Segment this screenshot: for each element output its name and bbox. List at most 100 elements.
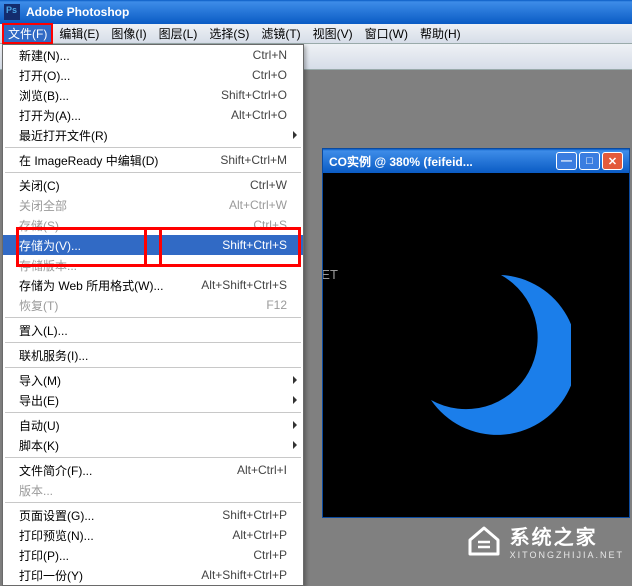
menu-separator bbox=[5, 412, 301, 413]
menu-item[interactable]: 打开为(A)...Alt+Ctrl+O bbox=[3, 105, 303, 125]
menu-item[interactable]: 关闭(C)Ctrl+W bbox=[3, 175, 303, 195]
menu-item-shortcut: Ctrl+W bbox=[177, 178, 287, 192]
menu-help[interactable]: 帮助(H) bbox=[414, 23, 467, 44]
menu-item-label: 版本... bbox=[19, 482, 287, 499]
brand-cn: 系统之家 bbox=[510, 521, 624, 550]
menu-item-label: 导入(M) bbox=[19, 372, 287, 389]
menu-item: 恢复(T)F12 bbox=[3, 295, 303, 315]
menu-item-shortcut: Alt+Shift+Ctrl+S bbox=[177, 278, 287, 292]
menu-item-shortcut: Ctrl+S bbox=[177, 218, 287, 232]
doc-title: CO实例 @ 380% (feifeid... bbox=[329, 153, 554, 170]
menu-item-label: 存储为(V)... bbox=[19, 237, 177, 254]
menu-item-label: 打印预览(N)... bbox=[19, 527, 177, 544]
menu-item[interactable]: 新建(N)...Ctrl+N bbox=[3, 45, 303, 65]
minimize-button[interactable]: — bbox=[556, 152, 577, 170]
menu-item-label: 页面设置(G)... bbox=[19, 507, 177, 524]
menu-item-label: 自动(U) bbox=[19, 417, 287, 434]
menu-item-label: 最近打开文件(R) bbox=[19, 127, 287, 144]
menu-item-shortcut: Shift+Ctrl+P bbox=[177, 508, 287, 522]
menu-item[interactable]: 脚本(K) bbox=[3, 435, 303, 455]
menu-item-shortcut: Ctrl+O bbox=[177, 68, 287, 82]
menu-item-label: 脚本(K) bbox=[19, 437, 287, 454]
menu-item[interactable]: 导出(E) bbox=[3, 390, 303, 410]
menu-item[interactable]: 存储为 Web 所用格式(W)...Alt+Shift+Ctrl+S bbox=[3, 275, 303, 295]
menu-item-shortcut: Shift+Ctrl+M bbox=[177, 153, 287, 167]
menu-item[interactable]: 在 ImageReady 中编辑(D)Shift+Ctrl+M bbox=[3, 150, 303, 170]
menu-item-label: 文件简介(F)... bbox=[19, 462, 177, 479]
menu-edit[interactable]: 编辑(E) bbox=[53, 23, 105, 44]
menu-separator bbox=[5, 367, 301, 368]
maximize-button[interactable]: □ bbox=[579, 152, 600, 170]
menu-item[interactable]: 文件简介(F)...Alt+Ctrl+I bbox=[3, 460, 303, 480]
app-title: Adobe Photoshop bbox=[26, 5, 129, 19]
menu-item-shortcut: Alt+Ctrl+O bbox=[177, 108, 287, 122]
menu-item-label: 存储(S) bbox=[19, 217, 177, 234]
menu-item-label: 新建(N)... bbox=[19, 47, 177, 64]
menu-item-label: 存储为 Web 所用格式(W)... bbox=[19, 277, 177, 294]
doc-titlebar[interactable]: CO实例 @ 380% (feifeid... — □ ✕ bbox=[323, 149, 629, 173]
menu-item-label: 置入(L)... bbox=[19, 322, 287, 339]
menu-item-shortcut: Shift+Ctrl+S bbox=[177, 238, 287, 252]
menu-item-label: 联机服务(I)... bbox=[19, 347, 287, 364]
menu-item-shortcut: Ctrl+P bbox=[177, 548, 287, 562]
menu-item-shortcut: Alt+Ctrl+W bbox=[177, 198, 287, 212]
menu-item-label: 导出(E) bbox=[19, 392, 287, 409]
menu-separator bbox=[5, 342, 301, 343]
menu-item[interactable]: 导入(M) bbox=[3, 370, 303, 390]
menu-item[interactable]: 打印(P)...Ctrl+P bbox=[3, 545, 303, 565]
menu-item-label: 恢复(T) bbox=[19, 297, 177, 314]
menu-item[interactable]: 页面设置(G)...Shift+Ctrl+P bbox=[3, 505, 303, 525]
menu-item[interactable]: 存储为(V)...Shift+Ctrl+S bbox=[3, 235, 303, 255]
file-menu: 新建(N)...Ctrl+N打开(O)...Ctrl+O浏览(B)...Shif… bbox=[2, 44, 304, 586]
watermark-text: ome.NET bbox=[323, 267, 338, 282]
menu-view[interactable]: 视图(V) bbox=[307, 23, 359, 44]
menu-item-label: 关闭(C) bbox=[19, 177, 177, 194]
brand-en: XITONGZHIJIA.NET bbox=[510, 550, 624, 560]
menu-item-shortcut: Alt+Shift+Ctrl+P bbox=[177, 568, 287, 582]
menu-item-shortcut: F12 bbox=[177, 298, 287, 312]
menu-item-label: 在 ImageReady 中编辑(D) bbox=[19, 152, 177, 169]
menu-item-shortcut: Alt+Ctrl+P bbox=[177, 528, 287, 542]
menu-item[interactable]: 自动(U) bbox=[3, 415, 303, 435]
app-titlebar: Adobe Photoshop bbox=[0, 0, 632, 24]
menu-item[interactable]: 置入(L)... bbox=[3, 320, 303, 340]
menu-item: 存储版本... bbox=[3, 255, 303, 275]
menu-item-label: 打开(O)... bbox=[19, 67, 177, 84]
brand-watermark: 系统之家 XITONGZHIJIA.NET bbox=[466, 521, 624, 560]
menu-item-label: 打开为(A)... bbox=[19, 107, 177, 124]
menu-item[interactable]: 联机服务(I)... bbox=[3, 345, 303, 365]
menu-item-shortcut: Shift+Ctrl+O bbox=[177, 88, 287, 102]
menu-item[interactable]: 打开(O)...Ctrl+O bbox=[3, 65, 303, 85]
menu-item[interactable]: 最近打开文件(R) bbox=[3, 125, 303, 145]
menu-separator bbox=[5, 502, 301, 503]
menu-item-label: 浏览(B)... bbox=[19, 87, 177, 104]
menu-select[interactable]: 选择(S) bbox=[203, 23, 255, 44]
menu-item-shortcut: Ctrl+N bbox=[177, 48, 287, 62]
menu-separator bbox=[5, 317, 301, 318]
menu-item[interactable]: 打印预览(N)...Alt+Ctrl+P bbox=[3, 525, 303, 545]
menu-item: 关闭全部Alt+Ctrl+W bbox=[3, 195, 303, 215]
moon-shape bbox=[381, 250, 571, 440]
document-window: CO实例 @ 380% (feifeid... — □ ✕ ome.NET bbox=[322, 148, 630, 518]
menu-item[interactable]: 浏览(B)...Shift+Ctrl+O bbox=[3, 85, 303, 105]
photoshop-icon bbox=[4, 4, 20, 20]
menu-image[interactable]: 图像(I) bbox=[105, 23, 152, 44]
menu-filter[interactable]: 滤镜(T) bbox=[255, 23, 306, 44]
menu-item-label: 打印(P)... bbox=[19, 547, 177, 564]
menu-item[interactable]: 打印一份(Y)Alt+Shift+Ctrl+P bbox=[3, 565, 303, 585]
menu-item: 版本... bbox=[3, 480, 303, 500]
menu-item-shortcut: Alt+Ctrl+I bbox=[177, 463, 287, 477]
menu-file[interactable]: 文件(F) bbox=[2, 23, 53, 44]
menu-separator bbox=[5, 457, 301, 458]
menu-separator bbox=[5, 147, 301, 148]
menu-separator bbox=[5, 172, 301, 173]
close-button[interactable]: ✕ bbox=[602, 152, 623, 170]
brand-logo-icon bbox=[466, 524, 502, 558]
canvas[interactable]: ome.NET bbox=[323, 173, 629, 517]
menu-item-label: 存储版本... bbox=[19, 257, 287, 274]
menu-layer[interactable]: 图层(L) bbox=[153, 23, 204, 44]
menu-item-label: 关闭全部 bbox=[19, 197, 177, 214]
menu-item: 存储(S)Ctrl+S bbox=[3, 215, 303, 235]
menu-window[interactable]: 窗口(W) bbox=[359, 23, 414, 44]
menubar: 文件(F) 编辑(E) 图像(I) 图层(L) 选择(S) 滤镜(T) 视图(V… bbox=[0, 24, 632, 44]
